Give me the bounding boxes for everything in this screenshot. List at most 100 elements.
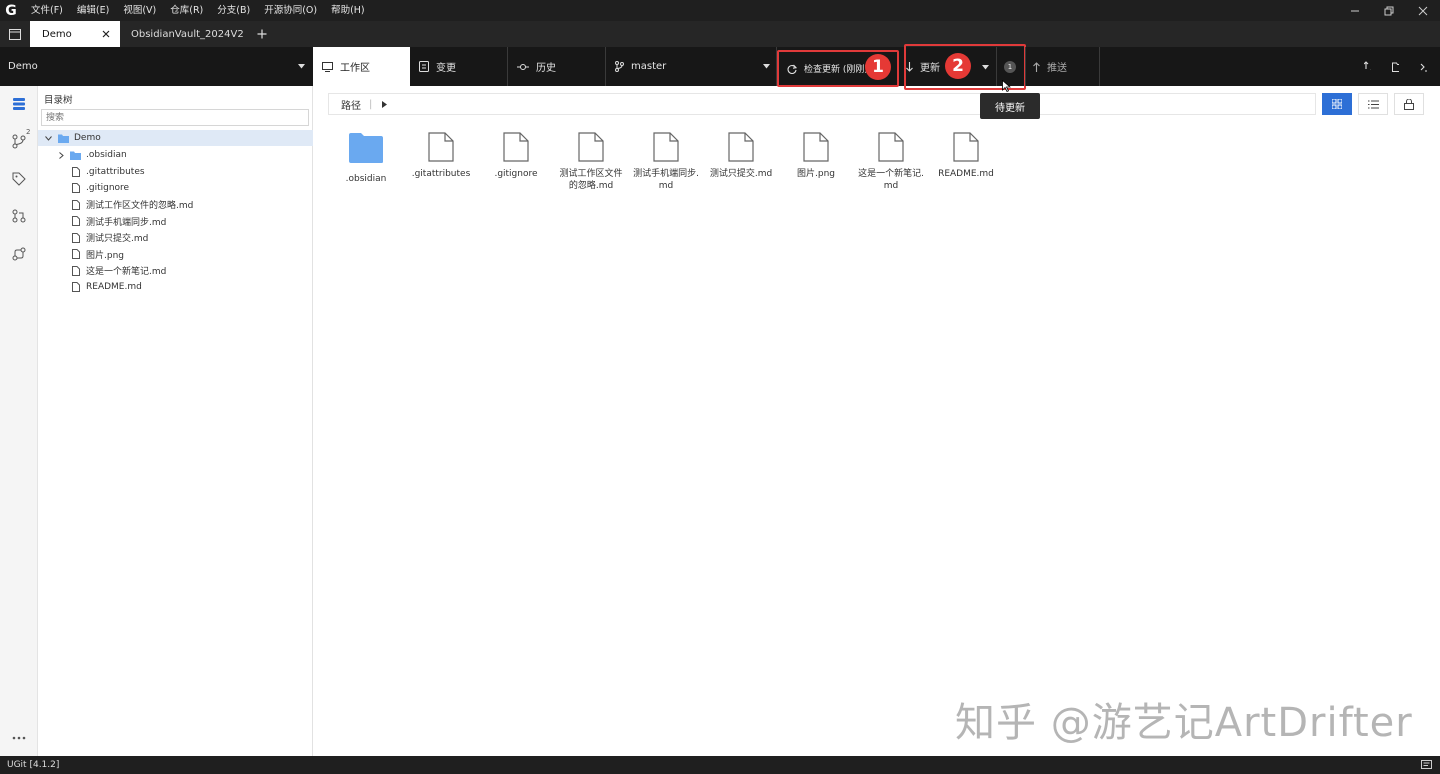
tab-demo[interactable]: Demo xyxy=(30,21,120,47)
document-icon xyxy=(419,61,429,72)
pull-requests-nav-button[interactable] xyxy=(9,206,29,226)
commit-icon xyxy=(517,63,529,70)
menu-collab[interactable]: 开源协同(O) xyxy=(257,0,324,21)
tab-bar: Demo ObsidianVault_2024V2 xyxy=(0,21,1440,47)
lock-icon xyxy=(1404,98,1414,110)
app-logo: G xyxy=(5,2,17,19)
repo-selector[interactable]: Demo xyxy=(8,47,308,86)
menu-repo[interactable]: 仓库(R) xyxy=(163,0,210,21)
path-bar[interactable]: 路径 | xyxy=(328,93,1316,115)
tree-item-label: 这是一个新笔记.md xyxy=(86,267,167,278)
branches-nav-button[interactable]: 2 xyxy=(9,128,31,151)
minimize-button[interactable] xyxy=(1338,0,1372,21)
tree-item-label: Demo xyxy=(74,133,101,144)
tree-root-demo[interactable]: Demo xyxy=(38,130,313,147)
close-window-button[interactable] xyxy=(1406,0,1440,21)
tree-item-file[interactable]: 这是一个新笔记.md xyxy=(38,263,313,279)
notifications-button[interactable] xyxy=(1421,760,1432,770)
tab-obsidianvault[interactable]: ObsidianVault_2024V2 xyxy=(120,21,248,47)
tree-item-label: 测试只提交.md xyxy=(86,234,149,245)
file-item-gitignore[interactable]: .gitignore xyxy=(481,132,551,180)
remotes-nav-button[interactable] xyxy=(9,244,29,264)
message-icon xyxy=(1421,760,1432,769)
tree-item-label: 测试工作区文件的忽略.md xyxy=(86,201,194,212)
file-item[interactable]: 测试工作区文件的忽略.md xyxy=(556,132,626,192)
file-name: .gitattributes xyxy=(411,169,471,179)
pull-request-icon xyxy=(12,209,26,223)
file-name: .gitignore xyxy=(494,169,538,179)
file-icon xyxy=(72,166,80,177)
file-icon xyxy=(72,232,80,243)
file-name: 测试只提交.md xyxy=(709,169,773,179)
tree-search-input[interactable] xyxy=(41,109,309,126)
terminal-button[interactable] xyxy=(1420,47,1434,86)
caret-right-icon[interactable] xyxy=(382,100,388,108)
version-label: UGit [4.1.2] xyxy=(7,760,60,770)
files-nav-button[interactable] xyxy=(9,94,29,114)
open-folder-button[interactable] xyxy=(1392,47,1406,86)
grid-view-button[interactable] xyxy=(1322,93,1352,115)
update-dropdown-button[interactable] xyxy=(978,60,992,74)
file-icon xyxy=(72,199,80,210)
file-item[interactable]: 图片.png xyxy=(781,132,851,180)
more-icon xyxy=(12,736,26,740)
update-label: 更新 xyxy=(920,63,940,74)
push-button[interactable]: 推送 xyxy=(1033,47,1099,86)
restore-button[interactable] xyxy=(1372,0,1406,21)
tree-item-readme[interactable]: README.md xyxy=(38,279,313,295)
file-item-obsidian[interactable]: .obsidian xyxy=(331,132,401,185)
folder-icon xyxy=(58,134,69,143)
tags-nav-button[interactable] xyxy=(9,169,29,189)
tree-item-gitattributes[interactable]: .gitattributes xyxy=(38,164,313,180)
tab-workspace[interactable]: 工作区 xyxy=(313,47,410,86)
file-item-gitattributes[interactable]: .gitattributes xyxy=(406,132,476,180)
window-icon xyxy=(9,28,21,40)
file-icon xyxy=(72,265,80,276)
caret-down-icon xyxy=(298,64,305,69)
tree-item-obsidian[interactable]: .obsidian xyxy=(38,147,313,163)
tree-item-file[interactable]: 测试手机端同步.md xyxy=(38,213,313,229)
tree-item-label: 测试手机端同步.md xyxy=(86,217,167,228)
menu-edit[interactable]: 编辑(E) xyxy=(70,0,116,21)
divider xyxy=(1025,47,1026,86)
list-view-button[interactable] xyxy=(1358,93,1388,115)
check-update-label: 检查更新 (刚刚) xyxy=(804,65,868,75)
branch-count-badge: 2 xyxy=(26,128,31,136)
close-tab-icon[interactable] xyxy=(102,30,110,38)
toolbar: Demo 工作区 变更 历史 master 检查更新 (刚刚) 1 更新 2 1 xyxy=(0,44,1440,92)
compare-button[interactable] xyxy=(1364,47,1378,86)
workspace-label: 工作区 xyxy=(340,63,370,74)
tree-item-file[interactable]: 测试工作区文件的忽略.md xyxy=(38,197,313,213)
mouse-cursor-icon xyxy=(1002,80,1011,92)
tab-history[interactable]: 历史 xyxy=(508,47,605,86)
tree-item-label: 图片.png xyxy=(86,250,124,261)
arrow-up-icon xyxy=(1033,61,1040,72)
menu-branch[interactable]: 分支(B) xyxy=(210,0,257,21)
menu-help[interactable]: 帮助(H) xyxy=(324,0,372,21)
file-icon xyxy=(72,183,80,194)
tree-item-gitignore[interactable]: .gitignore xyxy=(38,180,313,196)
menu-file[interactable]: 文件(F) xyxy=(22,0,70,21)
status-bar: UGit [4.1.2] xyxy=(0,756,1440,774)
file-icon xyxy=(803,132,829,162)
file-item[interactable]: 测试手机端同步.md xyxy=(631,132,701,192)
file-item[interactable]: 这是一个新笔记.md xyxy=(856,132,926,192)
more-button[interactable] xyxy=(9,728,29,748)
minimize-icon xyxy=(1351,10,1359,11)
tab-changes[interactable]: 变更 xyxy=(410,47,507,86)
tree-item-file[interactable]: 测试只提交.md xyxy=(38,230,313,246)
folder-icon xyxy=(1392,62,1399,72)
file-name: .obsidian xyxy=(345,174,387,184)
file-item[interactable]: 测试只提交.md xyxy=(706,132,776,180)
new-tab-button[interactable] xyxy=(252,21,272,47)
file-item-readme[interactable]: README.md xyxy=(931,132,1001,180)
branch-selector[interactable]: master xyxy=(606,47,776,86)
divider xyxy=(1099,47,1100,86)
sidebar-toggle-button[interactable] xyxy=(0,21,30,47)
menu-view[interactable]: 视图(V) xyxy=(116,0,163,21)
tree-item-file[interactable]: 图片.png xyxy=(38,246,313,262)
lock-button[interactable] xyxy=(1394,93,1424,115)
file-icon xyxy=(503,132,529,162)
changes-label: 变更 xyxy=(436,63,456,74)
tag-icon xyxy=(12,172,26,186)
